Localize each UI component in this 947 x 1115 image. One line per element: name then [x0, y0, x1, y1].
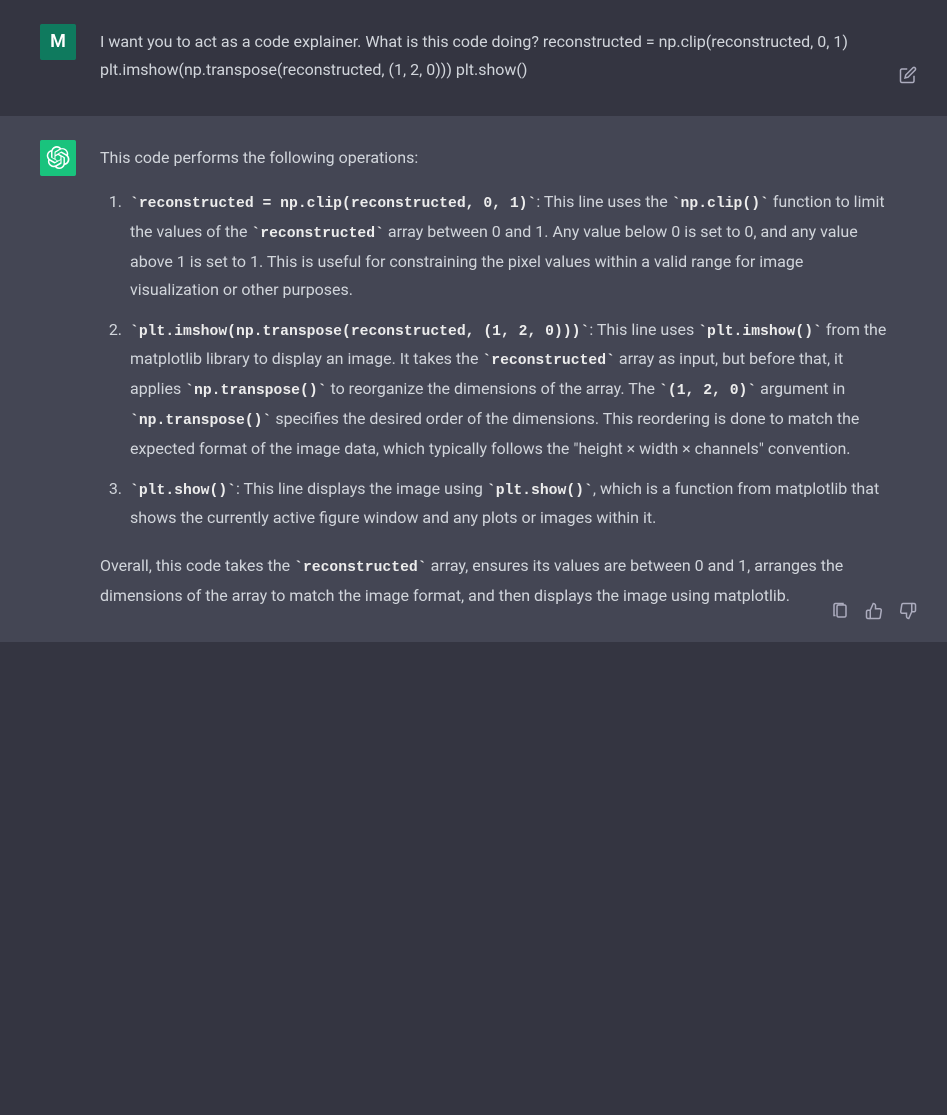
user-message-text: I want you to act as a code explainer. W… — [100, 28, 887, 84]
code-snippet: `np.transpose()` — [130, 413, 271, 429]
code-snippet: `reconstructed = np.clip(reconstructed, … — [130, 196, 536, 212]
list-item: `plt.show()`: This line displays the ima… — [126, 475, 887, 533]
openai-logo-icon — [46, 146, 70, 170]
code-snippet: `np.clip()` — [672, 196, 769, 212]
thumbs-down-icon[interactable] — [897, 600, 919, 622]
code-snippet: `plt.show()` — [130, 483, 236, 499]
code-snippet: `plt.imshow(np.transpose(reconstructed, … — [130, 324, 589, 340]
assistant-avatar — [40, 140, 76, 176]
list-item: `reconstructed = np.clip(reconstructed, … — [126, 188, 887, 304]
text: : This line uses — [589, 320, 698, 339]
summary-paragraph: Overall, this code takes the `reconstruc… — [100, 552, 887, 610]
code-snippet: `reconstructed` — [251, 226, 384, 242]
code-snippet: `plt.imshow()` — [698, 324, 822, 340]
text: : This line uses the — [536, 192, 671, 211]
edit-icon[interactable] — [897, 64, 919, 86]
code-snippet: `reconstructed` — [482, 353, 615, 369]
assistant-message-block: This code performs the following operati… — [0, 116, 947, 642]
code-snippet: `reconstructed` — [294, 560, 427, 576]
assistant-message-content: This code performs the following operati… — [100, 140, 917, 618]
user-message-content: I want you to act as a code explainer. W… — [100, 24, 917, 92]
code-snippet: `np.transpose()` — [185, 383, 326, 399]
user-message-block: M I want you to act as a code explainer.… — [0, 0, 947, 116]
code-snippet: `plt.show()` — [487, 483, 593, 499]
clipboard-icon[interactable] — [829, 600, 851, 622]
text: Overall, this code takes the — [100, 556, 294, 575]
text: argument in — [756, 379, 845, 398]
assistant-intro: This code performs the following operati… — [100, 144, 887, 172]
code-snippet: `(1, 2, 0)` — [659, 383, 756, 399]
text: to reorganize the dimensions of the arra… — [327, 379, 659, 398]
text: : This line displays the image using — [236, 479, 487, 498]
user-avatar: M — [40, 24, 76, 60]
thumbs-up-icon[interactable] — [863, 600, 885, 622]
user-avatar-letter: M — [50, 26, 66, 58]
list-item: `plt.imshow(np.transpose(reconstructed, … — [126, 316, 887, 463]
user-actions — [897, 64, 919, 86]
assistant-actions — [829, 600, 919, 622]
explanation-list: `reconstructed = np.clip(reconstructed, … — [100, 188, 887, 532]
